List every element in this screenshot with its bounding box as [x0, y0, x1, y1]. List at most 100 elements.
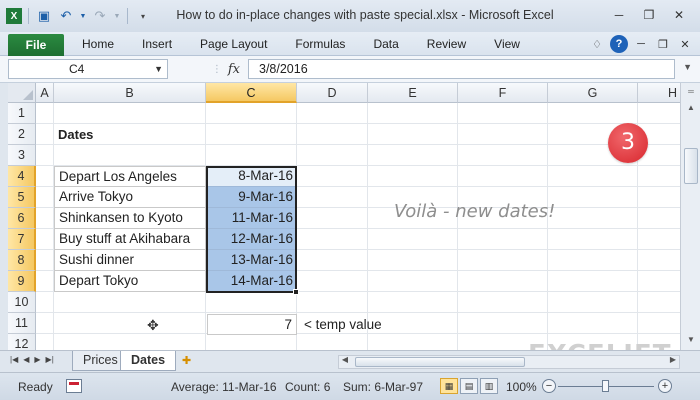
- cell-c8[interactable]: 13-Mar-16: [206, 250, 297, 271]
- cell-b2-heading[interactable]: Dates: [58, 124, 93, 145]
- save-icon[interactable]: ▣: [35, 7, 53, 25]
- row-header-3[interactable]: 3: [8, 145, 36, 166]
- cell-b9[interactable]: Depart Tokyo: [54, 271, 206, 292]
- status-count: Count: 6: [285, 380, 331, 394]
- scroll-right-icon[interactable]: ▶: [667, 355, 679, 364]
- formula-bar: C4 ▼ ⋮ fx 3/8/2016 ▼: [0, 56, 700, 83]
- workbook-close-icon[interactable]: ✕: [676, 35, 694, 53]
- undo-dropdown-icon[interactable]: ▼: [79, 7, 87, 25]
- ribbon-tab-list: Home Insert Page Layout Formulas Data Re…: [68, 37, 534, 51]
- cell-cursor-icon: ✥: [147, 317, 159, 333]
- tab-insert[interactable]: Insert: [128, 37, 186, 51]
- column-header-c[interactable]: C: [206, 83, 297, 103]
- horizontal-scrollbar[interactable]: ◀ ▶: [338, 355, 680, 369]
- tab-file[interactable]: File: [8, 34, 64, 56]
- formula-input[interactable]: 3/8/2016: [248, 59, 675, 79]
- normal-view-icon[interactable]: ▦: [440, 378, 458, 394]
- row-header-10[interactable]: 10: [8, 292, 36, 313]
- row-header-5[interactable]: 5: [8, 187, 36, 208]
- column-header-a[interactable]: A: [36, 83, 54, 103]
- column-header-h[interactable]: H: [638, 83, 680, 103]
- zoom-slider-thumb[interactable]: [602, 380, 609, 392]
- chevron-down-icon[interactable]: ▼: [154, 60, 163, 78]
- insert-sheet-icon[interactable]: ✚: [182, 354, 198, 368]
- cell-b8[interactable]: Sushi dinner: [54, 250, 206, 271]
- cell-c5[interactable]: 9-Mar-16: [206, 187, 297, 208]
- name-box-value: C4: [69, 62, 85, 76]
- macro-recording-icon[interactable]: [66, 379, 82, 393]
- excel-app-icon[interactable]: X: [6, 8, 22, 24]
- horizontal-scroll-thumb[interactable]: [355, 357, 525, 367]
- workbook-restore-icon[interactable]: ❐: [654, 35, 672, 53]
- cell-c11[interactable]: 7: [207, 314, 297, 335]
- cell-b5[interactable]: Arrive Tokyo: [54, 187, 206, 208]
- tab-home[interactable]: Home: [68, 37, 128, 51]
- next-sheet-icon[interactable]: ▶: [34, 355, 40, 364]
- help-icon[interactable]: ?: [610, 35, 628, 53]
- sheet-navigation: |◀ ◀ ▶ ▶|: [10, 355, 54, 364]
- row-header-9[interactable]: 9: [8, 271, 36, 292]
- page-layout-view-icon[interactable]: ▤: [460, 378, 478, 394]
- cell-c6[interactable]: 11-Mar-16: [206, 208, 297, 229]
- worksheet-grid[interactable]: A B C D E F G H 1 2 3 4 5 6 7 8 9 10 11 …: [8, 83, 680, 350]
- scroll-left-icon[interactable]: ◀: [339, 355, 351, 364]
- close-icon[interactable]: ✕: [664, 4, 694, 26]
- cell-b6[interactable]: Shinkansen to Kyoto: [54, 208, 206, 229]
- restore-icon[interactable]: ❐: [634, 4, 664, 26]
- zoom-level[interactable]: 100%: [506, 380, 537, 394]
- redo-dropdown-icon[interactable]: ▼: [113, 7, 121, 25]
- column-header-e[interactable]: E: [368, 83, 458, 103]
- cell-c9[interactable]: 14-Mar-16: [206, 271, 297, 292]
- row-header-4[interactable]: 4: [8, 166, 36, 187]
- column-header-f[interactable]: F: [458, 83, 548, 103]
- sheet-tab-dates[interactable]: Dates: [120, 351, 177, 371]
- column-header-g[interactable]: G: [548, 83, 638, 103]
- tab-page-layout[interactable]: Page Layout: [186, 37, 281, 51]
- page-break-view-icon[interactable]: ▥: [480, 378, 498, 394]
- split-handle-icon[interactable]: ═: [684, 85, 698, 99]
- select-all-button[interactable]: [8, 83, 36, 103]
- column-header-b[interactable]: B: [54, 83, 206, 103]
- workbook-minimize-icon[interactable]: ─: [632, 35, 650, 53]
- scroll-up-icon[interactable]: ▲: [684, 101, 698, 115]
- row-header-6[interactable]: 6: [8, 208, 36, 229]
- vertical-scrollbar[interactable]: ═ ▲ ▼: [680, 83, 700, 350]
- scroll-down-icon[interactable]: ▼: [684, 333, 698, 347]
- row-header-1[interactable]: 1: [8, 103, 36, 124]
- minimize-ribbon-icon[interactable]: ♢: [588, 35, 606, 53]
- window-title: How to do in-place changes with paste sp…: [176, 8, 554, 22]
- vertical-scroll-thumb[interactable]: [684, 148, 698, 184]
- fill-handle[interactable]: [293, 289, 299, 295]
- cell-b4[interactable]: Depart Los Angeles: [54, 166, 206, 187]
- cell-c4[interactable]: 8-Mar-16: [206, 166, 297, 187]
- cell-d11-label[interactable]: < temp value: [304, 314, 382, 335]
- row-header-11[interactable]: 11: [8, 313, 36, 334]
- row-header-12[interactable]: 12: [8, 334, 36, 350]
- formula-buttons: ⋮ fx: [174, 59, 244, 79]
- redo-icon[interactable]: ↷: [91, 7, 109, 25]
- formula-bar-resize-icon[interactable]: ⋮: [212, 64, 222, 75]
- row-header-7[interactable]: 7: [8, 229, 36, 250]
- grid-line: [36, 312, 680, 313]
- column-header-d[interactable]: D: [297, 83, 368, 103]
- row-header-8[interactable]: 8: [8, 250, 36, 271]
- tab-formulas[interactable]: Formulas: [281, 37, 359, 51]
- zoom-in-icon[interactable]: +: [658, 379, 672, 393]
- first-sheet-icon[interactable]: |◀: [10, 355, 18, 364]
- minimize-icon[interactable]: ─: [604, 4, 634, 26]
- cell-b7[interactable]: Buy stuff at Akihabara: [54, 229, 206, 250]
- undo-icon[interactable]: ↶: [57, 7, 75, 25]
- expand-formula-bar-icon[interactable]: ▼: [683, 62, 692, 72]
- tab-review[interactable]: Review: [413, 37, 480, 51]
- tab-view[interactable]: View: [480, 37, 534, 51]
- prev-sheet-icon[interactable]: ◀: [23, 355, 29, 364]
- zoom-out-icon[interactable]: −: [542, 379, 556, 393]
- last-sheet-icon[interactable]: ▶|: [46, 355, 54, 364]
- name-box[interactable]: C4 ▼: [8, 59, 168, 79]
- title-bar: X ▣ ↶ ▼ ↷ ▼ ▾ How to do in-place changes…: [0, 0, 700, 32]
- quick-access-toolbar: X ▣ ↶ ▼ ↷ ▼ ▾: [6, 7, 152, 25]
- insert-function-icon[interactable]: fx: [228, 62, 244, 77]
- cell-c7[interactable]: 12-Mar-16: [206, 229, 297, 250]
- row-header-2[interactable]: 2: [8, 124, 36, 145]
- tab-data[interactable]: Data: [359, 37, 412, 51]
